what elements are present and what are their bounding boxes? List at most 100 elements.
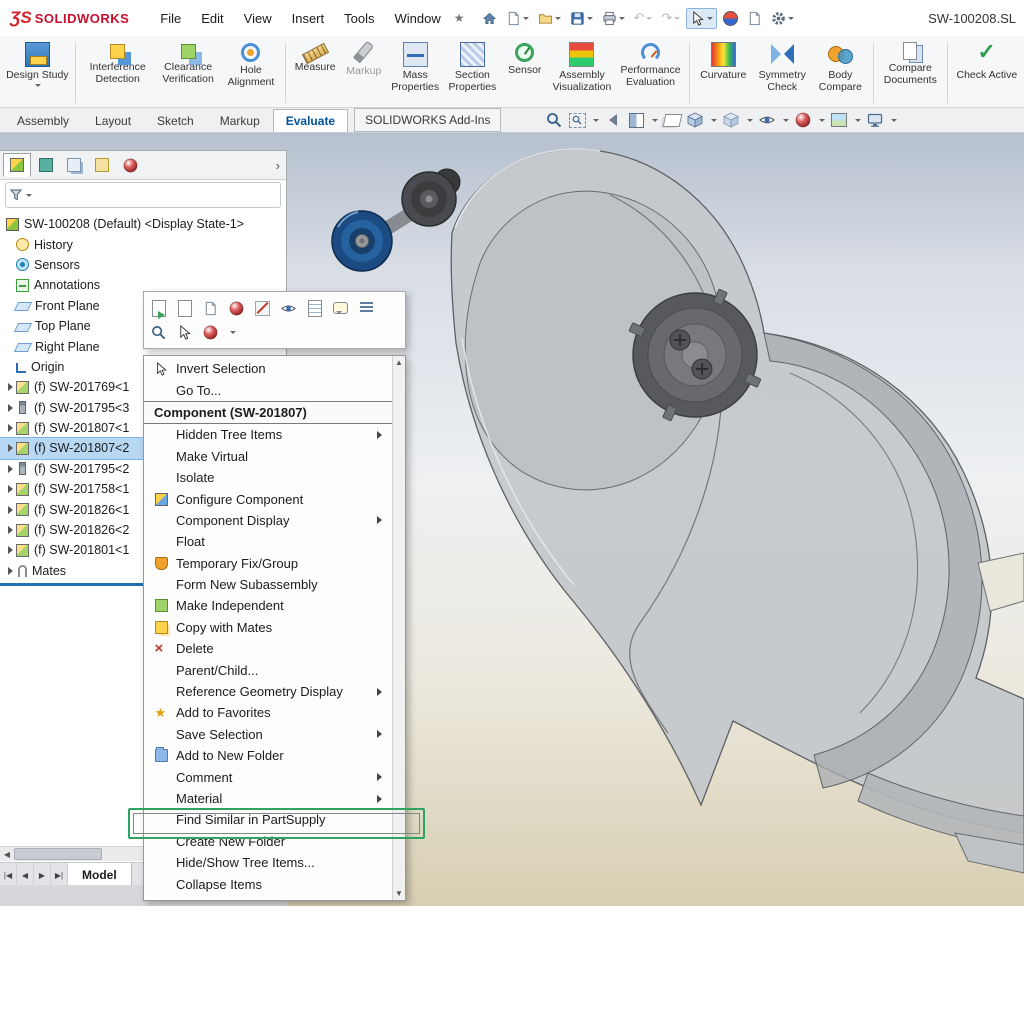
menu-item-isolate[interactable]: Isolate <box>144 467 392 488</box>
select-tool-icon[interactable] <box>686 8 717 29</box>
menu-item-make-independent[interactable]: Make Independent <box>144 595 392 616</box>
dropdown-caret[interactable] <box>891 119 897 125</box>
dropdown-caret[interactable] <box>707 17 713 23</box>
expander-icon[interactable] <box>8 465 13 473</box>
tab-assembly[interactable]: Assembly <box>4 109 82 132</box>
expander-icon[interactable] <box>8 485 13 493</box>
insert-into-new-part-icon[interactable] <box>202 300 219 317</box>
menu-item-delete[interactable]: ×Delete <box>144 638 392 659</box>
menu-item-add-to-favorites[interactable]: ★Add to Favorites <box>144 702 392 723</box>
menu-item-make-virtual[interactable]: Make Virtual <box>144 446 392 467</box>
dropdown-caret[interactable] <box>788 17 794 23</box>
menu-insert[interactable]: Insert <box>283 8 334 29</box>
dropdown-caret[interactable] <box>646 17 652 23</box>
menu-item-collapse-items[interactable]: Collapse Items <box>144 873 392 894</box>
menu-file[interactable]: File <box>151 8 190 29</box>
dropdown-caret[interactable] <box>652 119 658 125</box>
home-icon[interactable] <box>479 9 500 28</box>
curvature-button[interactable]: Curvature <box>694 39 753 107</box>
menu-item-configure-component[interactable]: Configure Component <box>144 488 392 509</box>
context-menu-scrollbar[interactable]: ▲ ▼ <box>392 356 405 900</box>
tab-markup[interactable]: Markup <box>207 109 273 132</box>
hole-alignment-button[interactable]: Hole Alignment <box>220 39 281 107</box>
configurationmanager-tab[interactable] <box>61 154 87 176</box>
file-properties-icon[interactable] <box>744 9 765 28</box>
menu-tools[interactable]: Tools <box>335 8 383 29</box>
annotation-views-icon[interactable] <box>663 111 681 129</box>
dropdown-caret[interactable] <box>593 119 599 125</box>
apply-scene-icon[interactable] <box>830 111 848 129</box>
expander-icon[interactable] <box>8 546 13 554</box>
symmetry-check-button[interactable]: Symmetry Check <box>753 39 812 107</box>
view-orientation-icon[interactable] <box>686 111 704 129</box>
dimxpertmanager-tab[interactable] <box>89 154 115 176</box>
expander-icon[interactable] <box>8 526 13 534</box>
rebuild-icon[interactable] <box>720 9 741 28</box>
appearances-menu-icon[interactable] <box>202 324 219 341</box>
body-compare-button[interactable]: Body Compare <box>812 39 869 107</box>
menu-item-create-new-folder[interactable]: Create New Folder <box>144 831 392 852</box>
menu-item-add-to-new-folder[interactable]: Add to New Folder <box>144 745 392 766</box>
expander-icon[interactable] <box>8 424 13 432</box>
new-document-icon[interactable] <box>503 9 532 28</box>
edit-appearance-icon[interactable] <box>794 111 812 129</box>
tree-filter-input[interactable] <box>5 182 281 208</box>
menu-scroll-up-arrow[interactable]: ▲ <box>395 358 403 367</box>
sensor-button[interactable]: Sensor <box>502 39 548 107</box>
pin-menu-icon[interactable]: ★ <box>454 11 465 25</box>
expander-icon[interactable] <box>8 506 13 514</box>
menu-scroll-down-arrow[interactable]: ▼ <box>395 889 403 898</box>
dropdown-caret[interactable] <box>783 119 789 125</box>
menu-item-material[interactable]: Material <box>144 788 392 809</box>
menu-item-invert-selection[interactable]: Invert Selection <box>144 358 392 379</box>
menu-item-comment[interactable]: Comment <box>144 766 392 787</box>
displaymanager-tab[interactable] <box>117 154 143 176</box>
zoom-to-selection-icon[interactable] <box>150 324 167 341</box>
clearance-verification-button[interactable]: Clearance Verification <box>156 39 221 107</box>
tree-root[interactable]: SW-100208 (Default) <Display State-1> <box>0 214 286 234</box>
menu-item-parent-child[interactable]: Parent/Child... <box>144 659 392 680</box>
expander-icon[interactable] <box>8 567 13 575</box>
comment-icon[interactable] <box>332 300 349 317</box>
view-settings-icon[interactable] <box>866 111 884 129</box>
propertymanager-tab[interactable] <box>33 154 59 176</box>
suppress-icon[interactable] <box>254 300 271 317</box>
last-tab-button[interactable]: ▶| <box>51 863 68 887</box>
menu-item-go-to[interactable]: Go To... <box>144 379 392 400</box>
tab-solidworks-add-ins[interactable]: SOLIDWORKS Add-Ins <box>354 108 501 132</box>
dropdown-caret[interactable] <box>855 119 861 125</box>
featuremanager-tab[interactable] <box>3 153 31 177</box>
design-study-button[interactable]: Design Study <box>4 39 71 107</box>
options-icon[interactable] <box>768 9 797 28</box>
menu-item-reference-geometry-display[interactable]: Reference Geometry Display <box>144 681 392 702</box>
section-view-icon[interactable] <box>627 111 645 129</box>
first-tab-button[interactable]: |◀ <box>0 863 17 887</box>
dropdown-caret[interactable] <box>523 17 529 23</box>
dropdown-caret[interactable] <box>587 17 593 23</box>
section-properties-button[interactable]: Section Properties <box>443 39 502 107</box>
menu-item-find-similar-in-partsupply[interactable]: Find Similar in PartSupply <box>144 809 392 830</box>
next-tab-button[interactable]: ▶ <box>34 863 51 887</box>
menu-item-hide-show-tree-items[interactable]: Hide/Show Tree Items... <box>144 852 392 873</box>
tab-layout[interactable]: Layout <box>82 109 144 132</box>
idler-pulley[interactable] <box>402 172 456 226</box>
scroll-left-arrow[interactable]: ◀ <box>0 850 14 859</box>
open-part-icon[interactable] <box>176 300 193 317</box>
menu-view[interactable]: View <box>235 8 281 29</box>
panel-tabs-overflow-chevron[interactable]: › <box>276 158 280 173</box>
menu-item-form-new-subassembly[interactable]: Form New Subassembly <box>144 574 392 595</box>
performance-evaluation-button[interactable]: Performance Evaluation <box>616 39 685 107</box>
prev-tab-button[interactable]: ◀ <box>17 863 34 887</box>
save-icon[interactable] <box>567 9 596 28</box>
previous-view-icon[interactable] <box>604 111 622 129</box>
interference-detection-button[interactable]: Interference Detection <box>80 39 156 107</box>
appearances-icon[interactable] <box>228 300 245 317</box>
tab-evaluate[interactable]: Evaluate <box>273 109 348 132</box>
compare-documents-button[interactable]: Compare Documents <box>878 39 943 107</box>
undo-icon[interactable]: ↶ <box>631 8 656 28</box>
menu-item-copy-with-mates[interactable]: Copy with Mates <box>144 617 392 638</box>
menu-item-save-selection[interactable]: Save Selection <box>144 724 392 745</box>
dropdown-caret[interactable] <box>619 17 625 23</box>
check-active-button[interactable]: Check Active <box>952 39 1022 107</box>
tree-item-history[interactable]: History <box>0 234 286 254</box>
